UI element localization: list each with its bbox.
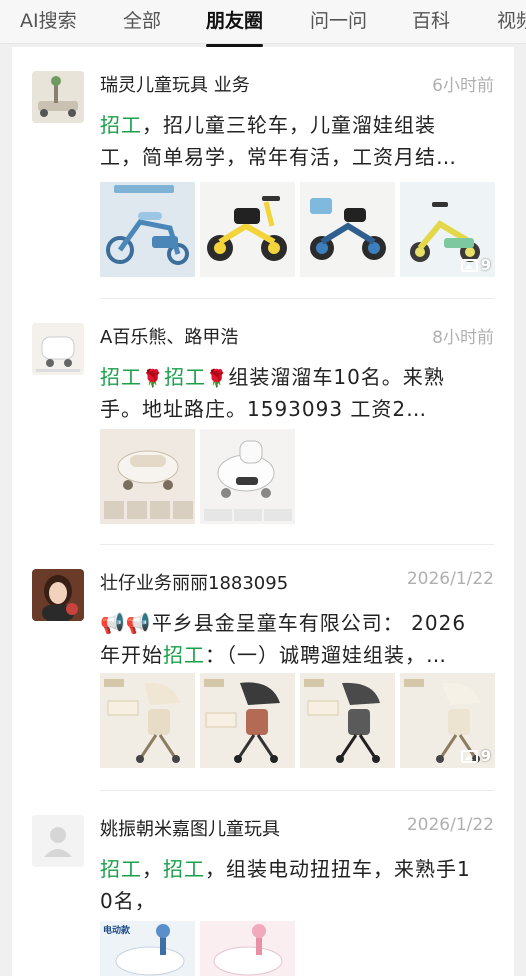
image-icon xyxy=(460,258,478,272)
image-tag: 电动款 xyxy=(103,926,131,936)
image-count-badge: 9 xyxy=(460,747,491,765)
avatar[interactable] xyxy=(32,815,84,867)
image-count: 9 xyxy=(480,256,491,274)
keyword-highlight: 招工 xyxy=(100,113,142,137)
post-image[interactable]: 9 xyxy=(400,182,495,277)
poster-name[interactable]: 瑞灵儿童玩具 业务 xyxy=(100,71,250,97)
post-image[interactable] xyxy=(100,182,195,277)
keyword-highlight: 招工 xyxy=(100,857,142,881)
text-line: 手。地址路庄。1593093 工资2… xyxy=(100,397,428,421)
keyword-highlight: 招工 xyxy=(164,365,207,389)
post-image[interactable] xyxy=(200,429,295,524)
moment-post[interactable]: A百乐熊、路甲浩 8小时前 招工🌹招工🌹组装溜溜车10名。来熟 手。地址路庄。1… xyxy=(12,299,514,545)
text-fragment: ，组装电动扭扭车，来熟手1 xyxy=(205,857,471,881)
post-text[interactable]: 招工，招儿童三轮车，儿童溜娃组装 工，简单易学，常年有活，工资月结… xyxy=(100,109,494,173)
keyword-highlight: 招工 xyxy=(163,857,205,881)
avatar[interactable] xyxy=(32,569,84,621)
post-image[interactable] xyxy=(300,673,395,768)
moments-result-list: 瑞灵儿童玩具 业务 6小时前 招工，招儿童三轮车，儿童溜娃组装 工，简单易学，常… xyxy=(12,47,514,976)
tab-moments-label: 朋友圈 xyxy=(206,10,264,32)
moment-post[interactable]: 瑞灵儿童玩具 业务 6小时前 招工，招儿童三轮车，儿童溜娃组装 工，简单易学，常… xyxy=(12,47,514,299)
text-line: 0名， xyxy=(100,889,156,913)
text-fragment: 组装溜溜车10名。来熟 xyxy=(228,365,445,389)
avatar[interactable] xyxy=(32,71,84,123)
tab-moments[interactable]: 朋友圈 xyxy=(206,6,264,47)
text-fragment: ， xyxy=(142,857,163,881)
tab-video[interactable]: 视频 xyxy=(497,6,526,36)
poster-name[interactable]: 姚振朝米嘉图儿童玩具 xyxy=(100,815,280,841)
tab-all[interactable]: 全部 xyxy=(123,6,161,36)
post-image[interactable] xyxy=(100,673,195,768)
post-image[interactable] xyxy=(100,429,195,524)
keyword-highlight: 招工 xyxy=(100,365,142,389)
poster-name[interactable]: 壮仔业务丽丽1883095 xyxy=(100,569,288,595)
post-time: 6小时前 xyxy=(432,76,494,96)
text-line: 工，简单易学，常年有活，工资月结… xyxy=(100,145,457,169)
tab-ai-search[interactable]: AI搜索 xyxy=(20,6,77,36)
image-count: 9 xyxy=(480,747,491,765)
text-fragment: 年开始 xyxy=(100,643,163,667)
post-image[interactable]: 电动款 xyxy=(100,921,195,976)
text-fragment: ：（一）诚聘遛娃组装，… xyxy=(205,643,447,667)
post-image[interactable]: 9 xyxy=(400,673,495,768)
post-image[interactable] xyxy=(300,182,395,277)
tab-encyclopedia[interactable]: 百科 xyxy=(412,6,450,36)
poster-name[interactable]: A百乐熊、路甲浩 xyxy=(100,323,238,349)
tab-ask[interactable]: 问一问 xyxy=(310,6,367,36)
image-icon xyxy=(460,749,478,763)
image-count-badge: 9 xyxy=(460,256,491,274)
post-image[interactable] xyxy=(200,673,295,768)
moment-post[interactable]: 壮仔业务丽丽1883095 2026/1/22 📢📢平乡县金呈童车有限公司： 2… xyxy=(12,545,514,791)
post-time: 2026/1/22 xyxy=(406,815,494,835)
moment-post[interactable]: 姚振朝米嘉图儿童玩具 2026/1/22 招工，招工，组装电动扭扭车，来熟手1 … xyxy=(12,791,514,976)
rose-emoji: 🌹 xyxy=(142,369,165,389)
post-text[interactable]: 📢📢平乡县金呈童车有限公司： 2026 年开始招工：（一）诚聘遛娃组装，… xyxy=(100,607,494,671)
megaphone-emoji: 📢📢 xyxy=(100,611,152,635)
search-tab-bar: AI搜索 全部 朋友圈 问一问 百科 视频 xyxy=(0,0,526,47)
rose-emoji: 🌹 xyxy=(206,369,229,389)
avatar[interactable] xyxy=(32,323,84,375)
post-text[interactable]: 招工，招工，组装电动扭扭车，来熟手1 0名， xyxy=(100,853,494,917)
post-time: 2026/1/22 xyxy=(406,569,494,589)
text-fragment: ，招儿童三轮车，儿童溜娃组装 xyxy=(142,113,436,137)
post-text[interactable]: 招工🌹招工🌹组装溜溜车10名。来熟 手。地址路庄。1593093 工资2… xyxy=(100,361,494,425)
post-image[interactable] xyxy=(200,182,295,277)
post-image[interactable] xyxy=(200,921,295,976)
post-time: 8小时前 xyxy=(432,328,494,348)
keyword-highlight: 招工 xyxy=(163,643,205,667)
text-fragment: 平乡县金呈童车有限公司： 2026 xyxy=(151,611,467,635)
